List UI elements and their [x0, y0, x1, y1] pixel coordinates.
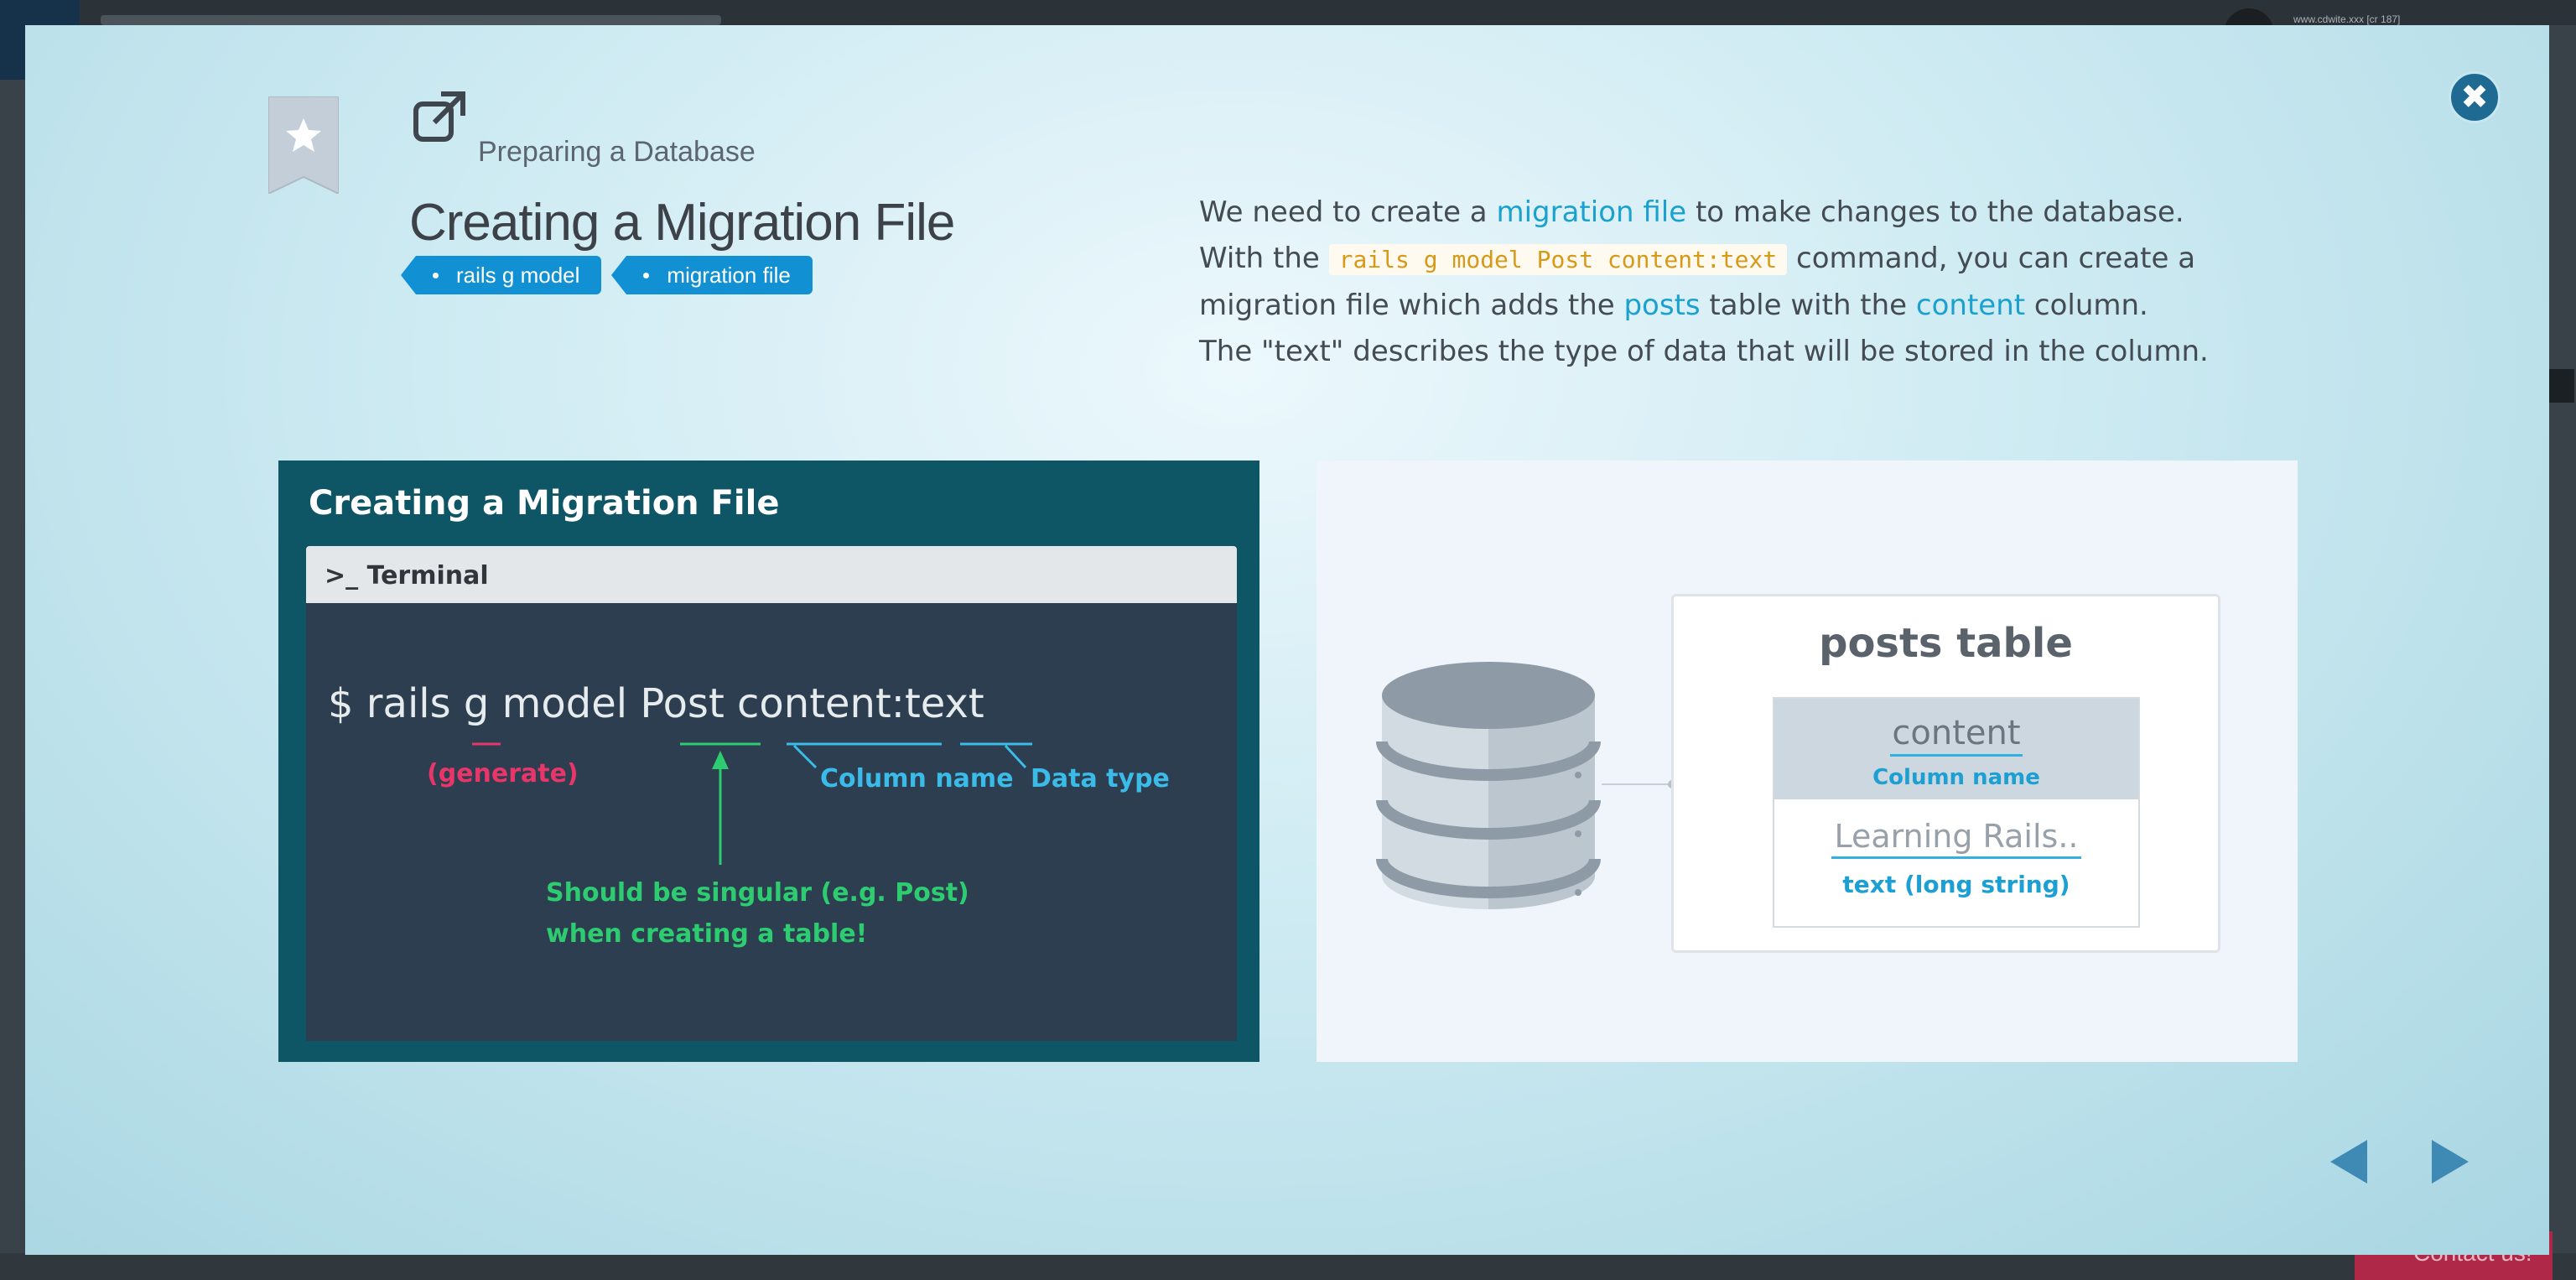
highlight-content: content: [1915, 289, 2026, 322]
background-scrollbar-thumb: [2549, 369, 2574, 403]
annotation-data-type: Data type: [1031, 764, 1170, 793]
background-search-bar: [101, 15, 721, 25]
tag-migration-file[interactable]: migration file: [611, 256, 813, 294]
slide-terminal: Creating a Migration File >_ Terminal $ …: [278, 460, 1259, 1062]
tag-rails-g-model[interactable]: rails g model: [400, 256, 602, 294]
lesson-description: We need to create a migration file to ma…: [1199, 190, 2306, 375]
annotation-column-name: Column name: [820, 764, 1014, 793]
bookmark-icon[interactable]: [268, 96, 339, 194]
lesson-modal: ✖ Preparing a Database Creating a Migrat…: [25, 25, 2549, 1255]
column-name-label: Column name: [1872, 765, 2040, 790]
description-line-3: migration file which adds the posts tabl…: [1199, 289, 2148, 322]
table-header: content Column name: [1774, 699, 2138, 799]
highlight-migration-file: migration file: [1496, 195, 1687, 229]
external-link-icon[interactable]: [413, 91, 466, 144]
slide-database: posts table content Column name Learning…: [1317, 460, 2298, 1062]
description-line-4: The "text" describes the type of data th…: [1199, 335, 2209, 368]
database-icon: [1376, 662, 1601, 909]
annotation-singular-line-2: when creating a table!: [546, 919, 868, 949]
previous-slide-button[interactable]: [2327, 1137, 2369, 1187]
page-title: Creating a Migration File: [409, 194, 955, 252]
cell-value: Learning Rails..: [1831, 818, 2082, 859]
annotation-lines: [472, 742, 1032, 865]
annotation-generate: (generate): [427, 759, 579, 788]
background-bottom-bar: [0, 1253, 2576, 1280]
description-line-1: We need to create a migration file to ma…: [1199, 195, 2184, 229]
terminal-window: >_ Terminal $ rails g model Post content…: [306, 546, 1237, 1041]
breadcrumb[interactable]: Preparing a Database: [478, 136, 756, 169]
slide-title: Creating a Migration File: [309, 484, 780, 523]
close-button[interactable]: ✖: [2449, 71, 2501, 123]
background-url-text: www.cdwite.xxx [cr 187]: [2293, 13, 2401, 25]
inline-code: rails g model Post content:text: [1328, 244, 1788, 275]
description-line-2: With the rails g model Post content:text…: [1199, 242, 2196, 275]
annotation-singular-line-1: Should be singular (e.g. Post): [546, 878, 969, 908]
table-box: content Column name Learning Rails.. tex…: [1773, 697, 2140, 928]
cell-type-label: text (long string): [1842, 871, 2070, 898]
next-slide-button[interactable]: [2430, 1137, 2472, 1187]
table-title: posts table: [1819, 620, 2073, 667]
close-icon: ✖: [2460, 79, 2489, 116]
column-name: content: [1890, 714, 2023, 757]
table-cell: Learning Rails.. text (long string): [1774, 799, 2138, 898]
tag-list: rails g model migration file: [400, 256, 813, 294]
highlight-posts: posts: [1623, 289, 1701, 322]
posts-table-card: posts table content Column name Learning…: [1671, 594, 2220, 953]
connector-line: [1602, 780, 1676, 788]
